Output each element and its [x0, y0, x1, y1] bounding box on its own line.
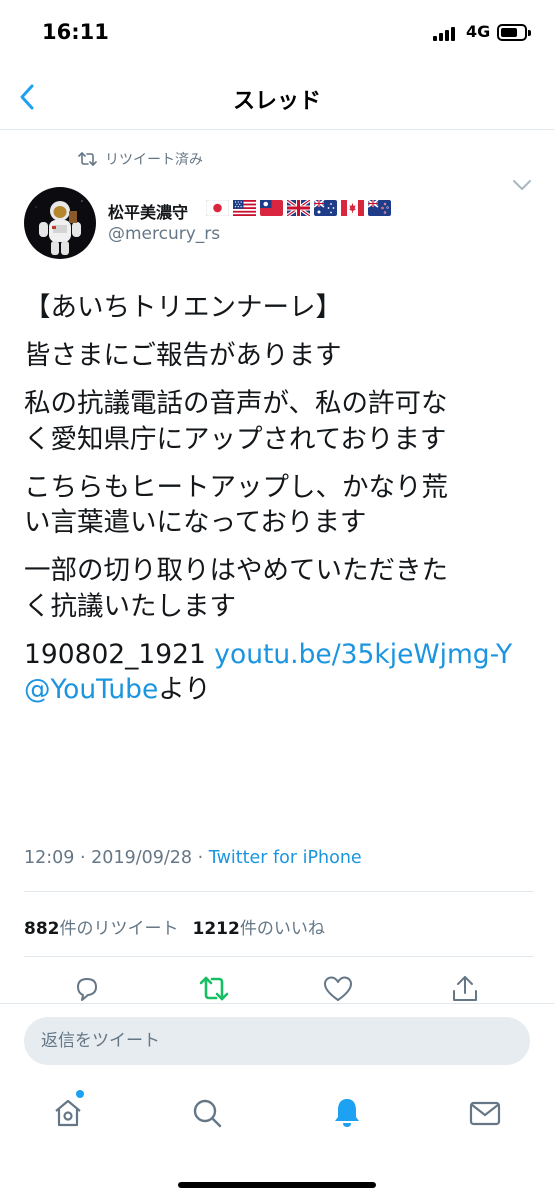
reply-icon: [77, 978, 97, 1001]
retweet-count-label: 件のリツイート: [59, 919, 179, 939]
chevron-down-icon: [513, 180, 531, 190]
status-bar: 16:11 4G: [0, 0, 554, 62]
share-icon: [453, 976, 477, 1001]
tab-home[interactable]: [50, 1095, 86, 1131]
meta-separator: ·: [80, 848, 86, 868]
author-handle[interactable]: @mercury_rs: [108, 224, 220, 244]
tweet-date: 2019/09/28: [91, 848, 193, 868]
tweet-options-button[interactable]: [510, 176, 534, 194]
like-count-label: 件のいいね: [239, 919, 325, 939]
home-icon: [55, 1099, 81, 1127]
retweet-icon: [199, 976, 229, 1001]
tweet-paragraph: 私の抗議電話の音声が、私の許可な く愛知県庁にアップされております: [24, 386, 534, 457]
retweet-button[interactable]: [198, 973, 230, 1005]
heart-icon: [324, 976, 352, 1001]
flag-emoji-list: [206, 200, 391, 216]
status-time: 16:11: [42, 20, 109, 44]
tweet-paragraph: 皆さまにご報告があります: [24, 338, 534, 374]
battery-icon: [497, 24, 531, 41]
tweet-line: い言葉遣いになっております: [24, 507, 367, 538]
home-indicator: [178, 1182, 376, 1188]
avatar[interactable]: [24, 187, 96, 259]
youtube-link[interactable]: youtu.be/35kjeWjmg-Y: [214, 639, 512, 670]
canada-flag-icon: [341, 200, 364, 216]
tweet-line: 皆さまにご報告があります: [24, 340, 342, 371]
signal-icon: [433, 27, 459, 41]
tweet-line: 私の抗議電話の音声が、私の許可な: [24, 388, 448, 419]
engagement-stats[interactable]: 882件のリツイート 1212件のいいね: [24, 914, 325, 939]
mail-icon: [469, 1101, 501, 1126]
tweet-line: く愛知県庁にアップされております: [24, 423, 447, 455]
unread-indicator: [76, 1090, 84, 1098]
australia-flag-icon: [314, 200, 337, 216]
retweet-count: 882: [24, 919, 60, 939]
new-zealand-flag-icon: [368, 200, 391, 216]
page-title: スレッド: [232, 89, 321, 114]
divider: [0, 1003, 554, 1004]
tweet-paragraph: 【あいちトリエンナーレ】: [24, 290, 534, 326]
nav-bar: スレッド: [0, 62, 554, 130]
youtube-mention-link[interactable]: @YouTube: [24, 674, 158, 705]
like-count: 1212: [192, 919, 240, 939]
share-button[interactable]: [449, 973, 481, 1005]
us-flag-icon: [233, 200, 256, 216]
reply-button[interactable]: [71, 973, 103, 1005]
tweet-paragraph: こちらもヒートアップし、かなり荒 い言葉遣いになっております: [24, 470, 534, 541]
search-icon: [193, 1099, 222, 1128]
tweet-text: 【あいちトリエンナーレ】 皆さまにご報告があります 私の抗議電話の音声が、私の許…: [24, 290, 534, 720]
tweet-paragraph: 一部の切り取りはやめていただきた く抗議いたします: [24, 553, 534, 624]
meta-separator: ·: [197, 848, 204, 868]
tweet-meta: 12:09 · 2019/09/28 · Twitter for iPhone: [24, 848, 362, 868]
tweet-line: 【あいちトリエンナーレ】: [24, 292, 342, 323]
bell-icon: [335, 1099, 359, 1127]
tweet-time: 12:09: [24, 848, 75, 868]
video-id: 190802_1921: [24, 638, 206, 670]
astronaut-avatar-image: [24, 187, 96, 259]
author-name[interactable]: 松平美濃守: [108, 199, 188, 223]
japan-flag-icon: [206, 200, 229, 216]
taiwan-flag-icon: [260, 200, 283, 216]
retweet-context: リツイート済み: [78, 149, 203, 169]
retweet-icon: [78, 152, 97, 166]
network-label: 4G: [466, 22, 491, 41]
retweet-context-label: リツイート済み: [105, 152, 203, 168]
tab-notifications[interactable]: [329, 1095, 365, 1131]
tweet-line: く抗議いたします: [24, 590, 236, 622]
tab-search[interactable]: [189, 1095, 225, 1131]
divider: [24, 956, 534, 957]
reply-input[interactable]: [24, 1017, 530, 1065]
tweet-line: こちらもヒートアップし、かなり荒: [24, 471, 448, 503]
tweet-source-link[interactable]: Twitter for iPhone: [209, 848, 362, 868]
tweet-paragraph: 190802_1921 youtu.be/35kjeWjmg-Y @YouTube…: [24, 637, 534, 708]
tweet-line: 一部の切り取りはやめていただきた: [24, 555, 448, 586]
divider: [24, 891, 534, 892]
tab-messages[interactable]: [467, 1095, 503, 1131]
mention-suffix: より: [158, 674, 211, 705]
like-button[interactable]: [322, 973, 354, 1005]
uk-flag-icon: [287, 200, 310, 216]
